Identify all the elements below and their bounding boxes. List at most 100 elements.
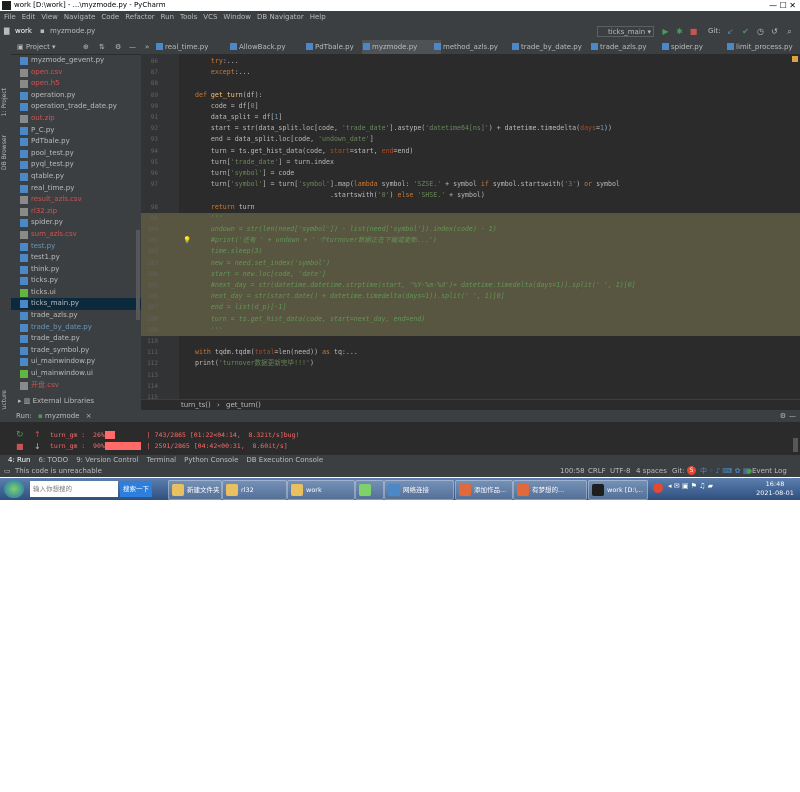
bottom-tool-tab[interactable]: 9: Version Control <box>76 456 138 464</box>
ime-mode-icon[interactable]: 中 ◦ ♪ ⌨ ✿ ▦ <box>700 465 749 477</box>
project-file-item[interactable]: ticks.ui <box>11 287 141 299</box>
menu-item-vcs[interactable]: VCS <box>203 13 217 21</box>
search-button[interactable]: 搜索一下 <box>120 481 152 497</box>
editor-tab[interactable]: PdTbale.py <box>305 40 370 54</box>
indent-setting[interactable]: 4 spaces <box>636 465 667 477</box>
close-tab-icon[interactable]: × <box>86 412 92 420</box>
bottom-tool-tab[interactable]: 4: Run <box>8 456 30 464</box>
taskbar-button[interactable]: work [D:\... <box>588 480 648 500</box>
project-file-item[interactable]: test.py <box>11 241 141 253</box>
project-file-item[interactable]: pool_test.py <box>11 148 141 160</box>
taskbar-button[interactable]: work <box>287 480 355 500</box>
taskbar-button[interactable] <box>355 480 384 500</box>
menu-item-navigate[interactable]: Navigate <box>64 13 95 21</box>
tray-icons[interactable]: ◂ ✉ ▣ ⚑ ♫ ▰ <box>668 482 713 490</box>
file-encoding[interactable]: UTF-8 <box>610 465 630 477</box>
line-separator[interactable]: CRLF <box>588 465 606 477</box>
project-file-item[interactable]: P_C.py <box>11 125 141 137</box>
window-controls[interactable]: — ☐ ✕ <box>769 0 796 11</box>
editor-tab[interactable]: limit_process.py <box>726 40 800 54</box>
nav-file[interactable]: myzmode.py <box>50 27 95 35</box>
project-file-item[interactable]: qtable.py <box>11 171 141 183</box>
project-file-item[interactable]: PdTbale.py <box>11 136 141 148</box>
project-panel-title[interactable]: Project <box>26 43 50 51</box>
project-file-item[interactable]: result_azls.csv <box>11 194 141 206</box>
menu-item-db-navigator[interactable]: DB Navigator <box>257 13 304 21</box>
project-file-item[interactable]: test1.py <box>11 252 141 264</box>
project-file-item[interactable]: 开盘.csv <box>11 380 141 392</box>
project-file-item[interactable]: pyql_test.py <box>11 159 141 171</box>
project-file-item[interactable]: real_time.py <box>11 183 141 195</box>
sogou-tray-icon[interactable] <box>653 483 663 493</box>
bottom-tool-tab[interactable]: Python Console <box>184 456 238 464</box>
status-toggle-icon[interactable]: ▭ <box>4 465 11 477</box>
locate-icon[interactable]: ⊕ <box>83 40 89 54</box>
editor-tab[interactable]: AllowBack.py <box>229 40 313 54</box>
project-file-item[interactable]: ui_mainwindow.py <box>11 356 141 368</box>
history-icon[interactable]: ◷ <box>756 27 765 36</box>
hide-icon[interactable]: — <box>129 40 136 54</box>
rerun-icon[interactable]: ↻ <box>16 430 24 440</box>
bottom-tool-tab[interactable]: DB Execution Console <box>246 456 323 464</box>
external-libraries[interactable]: ▸ ▥ External Libraries <box>14 396 141 407</box>
project-file-item[interactable]: open.h5 <box>11 78 141 90</box>
stop-run-icon[interactable]: ■ <box>16 442 24 451</box>
breadcrumb-item[interactable]: turn_ts() <box>181 401 211 409</box>
project-file-item[interactable]: out.zip <box>11 113 141 125</box>
project-file-item[interactable]: trade_by_date.py <box>11 322 141 334</box>
project-file-item[interactable]: trade_date.py <box>11 333 141 345</box>
menu-item-code[interactable]: Code <box>101 13 119 21</box>
project-file-item[interactable]: trade_symbol.py <box>11 345 141 357</box>
clock[interactable]: 16:48 2021-08-01 <box>755 480 795 498</box>
project-file-item[interactable]: ticks.py <box>11 275 141 287</box>
run-config-name[interactable]: myzmode <box>45 412 80 420</box>
editor-tab[interactable]: real_time.py <box>155 40 237 54</box>
git-status-label[interactable]: Git: <box>672 465 684 477</box>
sogou-ime-icon[interactable]: S <box>687 466 696 475</box>
code-editor[interactable]: 86 try:... 87 except:... 88 89 def get_turn(… <box>141 54 800 399</box>
project-file-item[interactable]: rl32.zip <box>11 206 141 218</box>
inspection-status-icon[interactable] <box>792 56 798 62</box>
scroll-down-icon[interactable]: ↓ <box>34 442 41 451</box>
project-file-item[interactable]: spider.py <box>11 217 141 229</box>
menu-item-edit[interactable]: Edit <box>22 13 36 21</box>
nav-project[interactable]: work <box>15 27 32 35</box>
db-browser-tool-tab[interactable]: DB Browser <box>1 135 8 170</box>
project-tool-tab[interactable]: 1: Project <box>1 88 8 116</box>
hide-icon[interactable]: — <box>789 410 796 422</box>
project-scrollbar[interactable] <box>136 230 140 320</box>
taskbar-button[interactable]: 添加作品... <box>455 480 513 500</box>
project-file-item[interactable]: operation_trade_date.py <box>11 101 141 113</box>
menu-item-help[interactable]: Help <box>310 13 326 21</box>
revert-icon[interactable]: ↺ <box>770 27 779 36</box>
gear-icon[interactable]: ⚙ <box>115 40 121 54</box>
taskbar-button[interactable]: 有梦想的... <box>513 480 587 500</box>
search-everywhere-icon[interactable]: ⌕ <box>785 27 794 36</box>
menu-item-window[interactable]: Window <box>223 13 251 21</box>
run-icon[interactable]: ▶ <box>661 27 670 36</box>
project-file-item[interactable]: sum_azls.csv <box>11 229 141 241</box>
project-file-item[interactable]: operation.py <box>11 90 141 102</box>
gear-icon[interactable]: ⚙ <box>780 410 786 422</box>
taskbar-button[interactable]: 新建文件夹 <box>168 480 222 500</box>
editor-tab[interactable]: trade_azls.py <box>590 40 669 54</box>
project-file-item[interactable]: ui_mainwindow.ui <box>11 368 141 380</box>
bottom-tool-tab[interactable]: 6: TODO <box>38 456 68 464</box>
menu-item-view[interactable]: View <box>41 13 58 21</box>
menu-item-file[interactable]: File <box>4 13 16 21</box>
tabs-overflow[interactable]: » <box>143 40 149 54</box>
intention-bulb-icon[interactable]: 💡 <box>183 235 191 246</box>
collapse-icon[interactable]: ⇅ <box>99 40 105 54</box>
search-input[interactable]: 输入你想搜的 <box>30 481 118 497</box>
git-update-icon[interactable]: ↙ <box>726 27 735 36</box>
caret-position[interactable]: 100:58 <box>560 465 585 477</box>
debug-icon[interactable]: ✱ <box>675 27 684 36</box>
editor-tab[interactable]: trade_by_date.py <box>511 40 598 54</box>
project-file-item[interactable]: trade_azls.py <box>11 310 141 322</box>
project-file-item[interactable]: ticks_main.py <box>11 298 141 311</box>
scroll-up-icon[interactable]: ↑ <box>34 430 41 439</box>
breadcrumb-item[interactable]: get_turn() <box>226 401 261 409</box>
project-file-item[interactable]: think.py <box>11 264 141 276</box>
menu-item-refactor[interactable]: Refactor <box>125 13 154 21</box>
run-config-select[interactable]: ticks_main ▾ <box>597 26 654 37</box>
